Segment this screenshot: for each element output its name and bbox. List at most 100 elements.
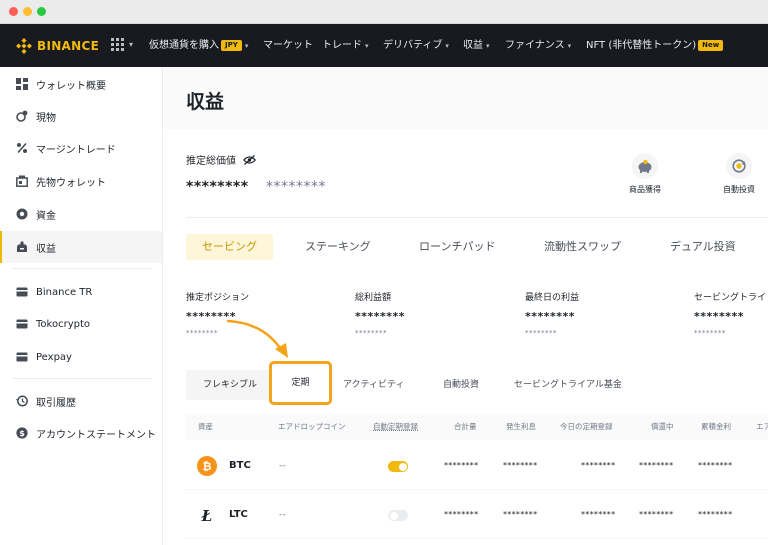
- stat-trial-value: ********: [694, 310, 745, 323]
- maximize-window-button[interactable]: [37, 7, 46, 16]
- sidebar-item-label: Tokocrypto: [36, 318, 90, 330]
- svg-text:₿: ₿: [203, 460, 212, 472]
- column-redeeming: 償還中: [651, 422, 674, 431]
- dollar-icon: $: [15, 426, 29, 440]
- sidebar-item-pexpay[interactable]: Pexpay: [0, 341, 162, 373]
- subtab-locked-highlight[interactable]: 定期: [269, 361, 332, 405]
- sidebar-item-statement[interactable]: $ アカウントステートメント: [0, 417, 162, 449]
- subtab-trial-fund[interactable]: セービングトライアル基金: [514, 370, 622, 400]
- auto-subscribe-toggle[interactable]: [388, 510, 408, 521]
- tab-dual-investment[interactable]: デュアル投資: [670, 234, 736, 260]
- sidebar-item-label: 現物: [36, 112, 56, 124]
- cumulative-value: ********: [698, 510, 733, 519]
- chevron-down-icon: ▾: [129, 40, 134, 49]
- nav-earn[interactable]: 収益 ▾: [463, 38, 490, 54]
- nav-label: ファイナンス: [505, 40, 565, 51]
- subtab-auto-invest[interactable]: 自動投資: [443, 370, 479, 400]
- column-auto-subscribe: 自動定期登録: [373, 422, 418, 431]
- airdrop-value: --: [279, 510, 287, 520]
- sidebar-item-margin[interactable]: マージントレード: [0, 132, 162, 164]
- chevron-down-icon: ▾: [445, 42, 449, 50]
- sidebar-item-spot[interactable]: 現物: [0, 100, 162, 132]
- stat-position-fiat: ********: [186, 329, 218, 337]
- nav-nft[interactable]: NFT (非代替性トークン) New: [586, 38, 724, 54]
- btc-icon: ₿: [197, 456, 217, 476]
- table-row[interactable]: ₿ BTC -- ******** ******** ******** ****…: [186, 442, 768, 490]
- table-row[interactable]: Ł LTC -- ******** ******** ******** ****…: [186, 491, 768, 539]
- nav-markets[interactable]: マーケット: [263, 38, 313, 54]
- toggle-knob: [398, 462, 407, 471]
- sidebar-item-overview[interactable]: ウォレット概要: [0, 68, 162, 100]
- sidebar-item-label: 収益: [36, 243, 56, 255]
- sidebar-item-funding[interactable]: 資金: [0, 198, 162, 230]
- wallet-icon: [15, 317, 29, 331]
- estimated-value-fiat: ********: [266, 179, 326, 195]
- redeeming-value: ********: [639, 510, 674, 519]
- nav-buy-crypto[interactable]: 仮想通貨を購入 JPY ▾: [149, 38, 248, 54]
- toggle-knob: [389, 511, 398, 520]
- percent-icon: [15, 141, 29, 155]
- stat-total-profit-label: 総利益額: [355, 293, 392, 303]
- close-window-button[interactable]: [9, 7, 18, 16]
- sidebar-item-label: マージントレード: [36, 144, 116, 156]
- today-subscription-value: ********: [581, 461, 616, 470]
- page-title: 収益: [186, 91, 225, 113]
- nav-label: 収益: [463, 40, 483, 51]
- section-divider: [186, 217, 768, 218]
- auto-invest-button[interactable]: 自動投資: [709, 153, 768, 195]
- subtab-flexible[interactable]: フレキシブル: [186, 370, 274, 400]
- column-asset: 資産: [198, 422, 213, 431]
- top-navigation: BINANCE ▾ 仮想通貨を購入 JPY ▾ マーケット トレード ▾ デリバティブ…: [0, 24, 768, 67]
- earn-products-button[interactable]: 商品獲得: [615, 153, 675, 195]
- cumulative-value: ********: [698, 461, 733, 470]
- total-value: ********: [444, 510, 479, 519]
- sidebar-divider: [12, 378, 152, 379]
- subtab-activity[interactable]: アクティビティ: [343, 370, 404, 400]
- sidebar-item-label: アカウントステートメント: [36, 429, 156, 441]
- tab-liquidity-swap[interactable]: 流動性スワップ: [544, 234, 621, 260]
- nav-trade[interactable]: トレード ▾: [322, 38, 369, 54]
- interest-value: ********: [503, 461, 538, 470]
- sidebar: ウォレット概要 現物 マージントレード 先物ウォレット 資金 収益 Binanc…: [0, 67, 163, 545]
- nav-label: トレード: [322, 40, 362, 51]
- futures-icon: [15, 174, 29, 188]
- stat-total-profit-fiat: ********: [355, 329, 387, 337]
- nav-label: マーケット: [263, 40, 313, 51]
- column-airdrop-2: エア: [756, 422, 768, 431]
- airdrop-value: --: [279, 461, 287, 471]
- table-header: 資産 エアドロップコイン 自動定期登録 合計量 発生利息 今日の定期登録 償還中…: [186, 414, 768, 440]
- sidebar-item-futures[interactable]: 先物ウォレット: [0, 165, 162, 197]
- piggy-bank-icon: [632, 153, 658, 179]
- apps-grid-icon[interactable]: [111, 38, 125, 52]
- sidebar-item-binance-tr[interactable]: Binance TR: [0, 276, 162, 308]
- jpy-badge: JPY: [221, 40, 242, 51]
- subtab-locked: 定期: [291, 378, 310, 388]
- nav-label: デリバティブ: [383, 40, 443, 51]
- ltc-icon: Ł: [197, 505, 217, 525]
- nav-label: 仮想通貨を購入: [149, 40, 219, 51]
- tab-savings[interactable]: セービング: [186, 234, 273, 260]
- earn-products-label: 商品獲得: [629, 185, 661, 194]
- redeeming-value: ********: [639, 461, 674, 470]
- stat-position-label: 推定ポジション: [186, 293, 250, 303]
- svg-text:Ł: Ł: [201, 507, 213, 523]
- today-subscription-value: ********: [581, 510, 616, 519]
- minimize-window-button[interactable]: [23, 7, 32, 16]
- tab-launchpad[interactable]: ローンチパッド: [419, 234, 495, 260]
- sidebar-item-earn[interactable]: 収益: [0, 231, 162, 263]
- nav-derivatives[interactable]: デリバティブ ▾: [383, 38, 449, 54]
- spot-icon: [15, 109, 29, 123]
- sidebar-item-tokocrypto[interactable]: Tokocrypto: [0, 308, 162, 340]
- main-content: 収益 推定総価値 ******** ******** 商品獲得 自動投資 セービ…: [164, 67, 768, 545]
- hide-balance-icon[interactable]: [242, 153, 256, 167]
- wallet-icon: [15, 285, 29, 299]
- nav-finance[interactable]: ファイナンス ▾: [505, 38, 571, 54]
- new-badge: New: [698, 40, 724, 51]
- sidebar-item-history[interactable]: 取引履歴: [0, 385, 162, 417]
- browser-titlebar: [0, 0, 768, 24]
- binance-logo-icon: [16, 38, 32, 54]
- binance-logo[interactable]: BINANCE: [16, 38, 99, 54]
- tab-staking[interactable]: ステーキング: [305, 234, 371, 260]
- auto-invest-label: 自動投資: [723, 185, 755, 194]
- auto-subscribe-toggle[interactable]: [388, 461, 408, 472]
